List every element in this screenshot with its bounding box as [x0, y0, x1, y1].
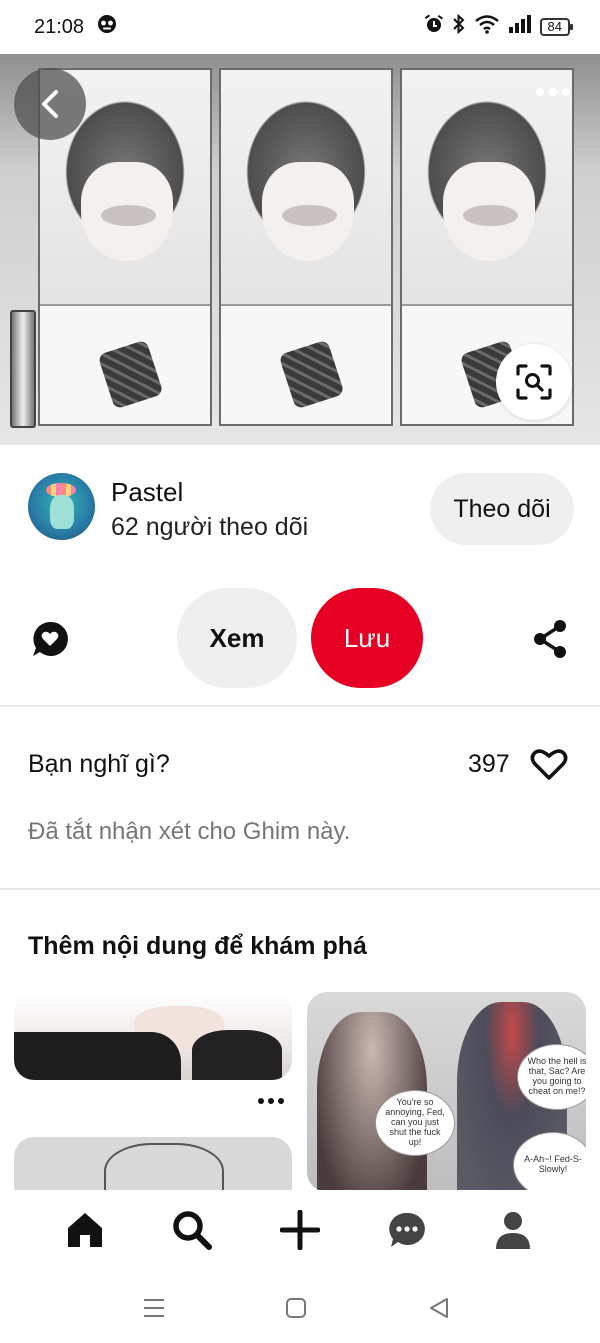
save-button[interactable]: Lưu [311, 588, 423, 688]
comments-disabled-note: Đã tắt nhận xét cho Ghim này. [28, 818, 351, 845]
divider [0, 888, 600, 890]
more-options-button[interactable] [536, 88, 570, 96]
bluetooth-icon [452, 13, 466, 40]
speech-bubble: A-Ah~! Fed-S- Slowly! [513, 1132, 586, 1192]
comment-button[interactable] [30, 619, 70, 659]
recents-icon [144, 1299, 164, 1317]
creator-follower-count: 62 người theo dõi [111, 513, 309, 541]
comic-panel-2 [219, 68, 393, 426]
share-button[interactable] [532, 619, 568, 659]
wifi-icon [474, 14, 500, 40]
recents-button[interactable] [140, 1294, 168, 1322]
creator-avatar[interactable] [28, 473, 95, 540]
heart-button[interactable] [530, 747, 568, 781]
status-bar: 21:08 84 [0, 0, 600, 54]
pin-image[interactable] [0, 54, 600, 445]
speech-bubble: You're so annoying, Fed, can you just sh… [375, 1090, 455, 1156]
heart-icon [530, 749, 568, 780]
discover-title: Thêm nội dung để khám phá [28, 932, 367, 960]
creator-name[interactable]: Pastel [111, 477, 183, 508]
lens-search-icon [516, 364, 552, 400]
nav-create[interactable] [278, 1208, 322, 1252]
battery-icon: 84 [539, 18, 574, 36]
action-row: Xem Lưu [0, 575, 600, 705]
signal-icon [508, 15, 532, 39]
nav-profile[interactable] [491, 1208, 535, 1252]
creator-row: Pastel 62 người theo dõi Theo dõi [0, 445, 600, 575]
back-button[interactable] [14, 68, 86, 140]
create-icon [280, 1210, 320, 1250]
comments-prompt: Bạn nghĩ gì? [28, 750, 170, 778]
profile-icon [496, 1212, 530, 1249]
view-button[interactable]: Xem [177, 588, 297, 688]
reaction-count: 397 [468, 750, 510, 778]
related-pin-card[interactable] [14, 992, 292, 1080]
search-icon [173, 1211, 212, 1250]
back-icon [430, 1298, 448, 1318]
bottle-illustration [10, 310, 36, 428]
divider [0, 705, 600, 707]
comment-heart-icon [33, 621, 68, 656]
share-icon [534, 620, 566, 658]
nav-search[interactable] [170, 1208, 214, 1252]
back-nav-button[interactable] [425, 1294, 453, 1322]
home-icon [68, 1213, 102, 1247]
related-pin-card[interactable]: You're so annoying, Fed, can you just sh… [307, 992, 586, 1192]
notification-app-icon [96, 13, 118, 41]
pin-more-options-button[interactable] [258, 1098, 284, 1104]
alarm-icon [424, 14, 444, 40]
home-button[interactable] [282, 1294, 310, 1322]
home-button-icon [286, 1298, 306, 1318]
nav-messages[interactable] [385, 1208, 429, 1252]
status-time: 21:08 [34, 15, 85, 38]
system-navigation [0, 1272, 600, 1343]
visual-search-button[interactable] [496, 344, 572, 420]
status-icons: 84 [424, 13, 574, 40]
follow-button[interactable]: Theo dõi [430, 473, 574, 545]
nav-home[interactable] [63, 1208, 107, 1252]
messages-icon [389, 1212, 425, 1247]
bottom-navigation [0, 1190, 600, 1272]
chevron-left-icon [42, 90, 58, 118]
